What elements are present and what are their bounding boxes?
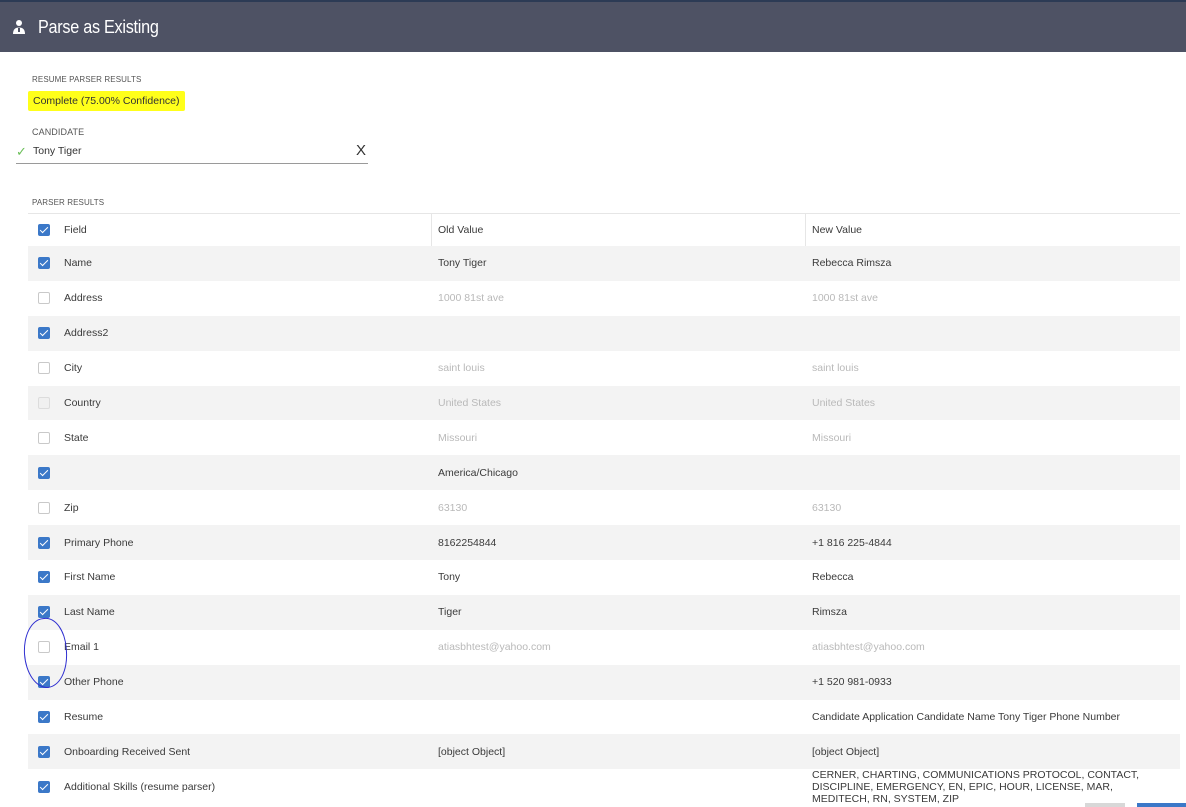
dialog-title: Parse as Existing <box>38 16 159 37</box>
old-value: atiasbhtest@yahoo.com <box>438 641 551 654</box>
new-value: Rimsza <box>812 606 848 619</box>
field-name: Name <box>64 257 93 270</box>
clear-icon[interactable]: X <box>356 142 366 159</box>
row-checkbox[interactable] <box>38 257 50 270</box>
field-name: Address2 <box>64 327 109 340</box>
new-value: United States <box>812 397 876 409</box>
field-name: First Name <box>64 571 116 584</box>
row-checkbox[interactable] <box>38 501 50 514</box>
table-row: Zip 63130 63130 <box>28 490 1180 525</box>
user-icon <box>13 20 25 34</box>
new-value: Candidate Application Candidate Name Ton… <box>812 711 1120 724</box>
row-checkbox[interactable] <box>38 292 50 305</box>
new-value: saint louis <box>812 362 859 375</box>
parser-results-label: PARSER RESULTS <box>32 198 105 207</box>
field-name: Primary Phone <box>64 536 134 549</box>
candidate-label: CANDIDATE <box>32 127 85 137</box>
old-value: saint louis <box>438 362 485 375</box>
field-name: Zip <box>64 501 79 514</box>
row-checkbox[interactable] <box>38 745 50 758</box>
old-value: 8162254844 <box>438 536 497 549</box>
table-row: Resume Candidate Application Candidate N… <box>28 700 1180 735</box>
old-value: America/Chicago <box>438 466 518 479</box>
old-value: [object Object] <box>438 745 506 758</box>
dialog-content: RESUME PARSER RESULTS Complete (75.00% C… <box>0 52 1186 807</box>
new-value: 1000 81st ave <box>812 292 878 305</box>
new-value-column-header: New Value <box>812 224 862 236</box>
footer-primary-button[interactable] <box>1137 803 1186 807</box>
check-icon: ✓ <box>16 144 27 159</box>
field-name: Country <box>64 397 101 409</box>
table-row: Last Name Tiger Rimsza <box>28 594 1180 630</box>
old-value: Tony <box>438 571 461 584</box>
table-row: Other Phone +1 520 981-0933 <box>28 664 1180 700</box>
new-value: [object Object] <box>812 745 880 758</box>
old-value: 1000 81st ave <box>438 292 504 305</box>
row-checkbox[interactable] <box>38 536 50 549</box>
resume-parser-results-label: RESUME PARSER RESULTS <box>32 75 142 84</box>
row-checkbox[interactable] <box>38 780 50 793</box>
table-row: Onboarding Received Sent [object Object] [… <box>28 734 1180 770</box>
row-checkbox[interactable] <box>38 711 50 724</box>
old-value: Missouri <box>438 431 478 444</box>
select-all-checkbox[interactable] <box>38 224 50 236</box>
new-value: 63130 <box>812 501 842 514</box>
table-row: Email 1 atiasbhtest@yahoo.com atiasbhtest@… <box>28 630 1180 665</box>
new-value: +1 816 225-4844 <box>812 536 892 549</box>
table-body: Name Tony Tiger Rebecca Rimsza Address 1000 … <box>28 246 1180 805</box>
field-name: Last Name <box>64 606 115 619</box>
table-row: City saint louis saint louis <box>28 351 1180 386</box>
table-row: Additional Skills (resume parser) CERNER,… <box>28 768 1180 805</box>
field-name: Address <box>64 292 103 305</box>
new-value: Rebecca <box>812 571 854 584</box>
field-name: State <box>64 431 89 444</box>
table-row: Country United States United States <box>28 385 1180 421</box>
field-column-header: Field <box>64 224 87 236</box>
parse-status: Complete (75.00% Confidence) <box>28 91 185 111</box>
old-value-column-header: Old Value <box>438 224 484 236</box>
field-name: Onboarding Received Sent <box>64 745 191 758</box>
old-value: Tiger <box>438 606 462 619</box>
row-checkbox[interactable] <box>38 397 50 409</box>
row-checkbox[interactable] <box>38 606 50 619</box>
row-checkbox[interactable] <box>38 362 50 375</box>
table-row: State Missouri Missouri <box>28 420 1180 455</box>
field-name: City <box>64 362 83 375</box>
new-value: Rebecca Rimsza <box>812 257 892 270</box>
table-row: Name Tony Tiger Rebecca Rimsza <box>28 246 1180 281</box>
new-value: atiasbhtest@yahoo.com <box>812 641 925 654</box>
table-header-row: Field Old Value New Value <box>28 213 1180 246</box>
table-row: Address 1000 81st ave 1000 81st ave <box>28 281 1180 316</box>
row-checkbox[interactable] <box>38 431 50 444</box>
new-value: Missouri <box>812 431 852 444</box>
field-name: Additional Skills (resume parser) <box>64 780 216 793</box>
old-value: Tony Tiger <box>438 257 487 270</box>
old-value: United States <box>438 397 502 409</box>
table-row: America/Chicago <box>28 455 1180 491</box>
field-name: Other Phone <box>64 676 124 689</box>
dialog-header: Parse as Existing <box>0 2 1186 52</box>
row-checkbox[interactable] <box>38 571 50 584</box>
table-row: Primary Phone 8162254844 +1 816 225-4844 <box>28 525 1180 561</box>
new-value: +1 520 981-0933 <box>812 676 892 689</box>
row-checkbox[interactable] <box>38 466 50 479</box>
footer-button[interactable] <box>1085 803 1125 807</box>
parser-results-table: Field Old Value New Value Name Tony Tiger… <box>28 213 1180 805</box>
table-row: Address2 <box>28 315 1180 351</box>
old-value: 63130 <box>438 501 468 514</box>
row-checkbox[interactable] <box>38 327 50 340</box>
candidate-field[interactable]: ✓ X <box>16 142 368 164</box>
field-name: Email 1 <box>64 641 100 654</box>
table-row: First Name Tony Rebecca <box>28 560 1180 595</box>
candidate-input[interactable] <box>33 145 333 157</box>
field-name: Resume <box>64 711 104 724</box>
new-value: CERNER, CHARTING, COMMUNICATIONS PROTOCO… <box>812 768 1140 805</box>
